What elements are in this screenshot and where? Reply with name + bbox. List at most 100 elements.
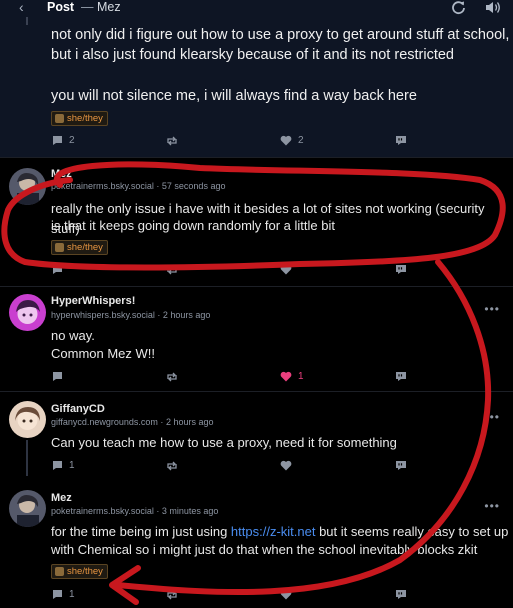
more-options-icon[interactable]: ••• xyxy=(484,410,500,424)
title-separator: — xyxy=(81,0,94,14)
reply-button[interactable]: 1 xyxy=(52,460,75,471)
reply-button[interactable] xyxy=(52,371,63,382)
like-button[interactable] xyxy=(280,589,292,600)
author-handle: giffanycd.newgrounds.com · 2 hours ago xyxy=(51,417,213,427)
volume-icon[interactable] xyxy=(485,0,501,15)
reply-button[interactable] xyxy=(52,264,63,275)
repost-button[interactable] xyxy=(166,590,178,600)
post-time[interactable]: 3 minutes ago xyxy=(162,506,219,516)
pronouns-text: she/they xyxy=(67,242,103,253)
more-options-icon[interactable]: ••• xyxy=(484,499,500,513)
author-name[interactable]: HyperWhispers! xyxy=(51,295,135,307)
handle-text[interactable]: poketrainerms.bsky.social xyxy=(51,506,154,516)
author-handle: hyperwhispers.bsky.social · 2 hours ago xyxy=(51,310,210,320)
tag-icon xyxy=(55,243,64,252)
reply-count: 2 xyxy=(69,135,75,146)
author-name[interactable]: Mez xyxy=(51,168,72,180)
like-button[interactable]: 1 xyxy=(280,371,304,382)
pronouns-badge: she/they xyxy=(51,111,108,126)
heart-icon xyxy=(280,589,292,600)
reply-icon xyxy=(52,264,63,275)
author-handle: poketrainerms.bsky.social · 57 seconds a… xyxy=(51,181,225,191)
like-button[interactable] xyxy=(280,264,292,275)
repost-icon xyxy=(166,461,178,471)
thread-line xyxy=(26,17,28,25)
like-count: 2 xyxy=(298,135,304,146)
heart-icon xyxy=(280,460,292,471)
divider xyxy=(0,391,513,392)
reply-count: 1 xyxy=(69,460,75,471)
handle-text[interactable]: poketrainerms.bsky.social xyxy=(51,181,154,191)
reply-icon xyxy=(52,460,63,471)
thread-line xyxy=(26,440,28,476)
author-name[interactable]: Mez xyxy=(51,492,72,504)
tag-icon xyxy=(55,567,64,576)
reply-icon xyxy=(52,135,63,146)
repost-icon xyxy=(166,265,178,275)
post-text-segment: but it seems really easy to set up xyxy=(315,524,509,539)
repost-button[interactable] xyxy=(166,461,178,471)
repost-icon xyxy=(166,136,178,146)
quote-icon xyxy=(395,264,407,275)
quote-icon xyxy=(395,135,407,146)
post-text-line: you will not silence me, i will always f… xyxy=(51,88,417,104)
refresh-icon[interactable] xyxy=(451,0,466,15)
quote-button[interactable] xyxy=(395,371,407,382)
divider xyxy=(0,286,513,287)
post-link[interactable]: https://z-kit.net xyxy=(231,524,316,539)
post-text-line: Common Mez W!! xyxy=(51,346,156,361)
post-text-segment: for the time being im just using xyxy=(51,524,231,539)
chevron-left-icon[interactable]: ‹ xyxy=(19,0,24,15)
post-text-line: Can you teach me how to use a proxy, nee… xyxy=(51,435,397,450)
post-text-line: is that it keeps going down randomly for… xyxy=(51,218,335,233)
reply-icon xyxy=(52,589,63,600)
handle-text[interactable]: hyperwhispers.bsky.social xyxy=(51,310,155,320)
pronouns-text: she/they xyxy=(67,566,103,577)
post-text-line: not only did i figure out how to use a p… xyxy=(51,27,510,43)
red-arrowhead xyxy=(109,565,141,605)
page-title: Post xyxy=(47,0,75,14)
heart-icon xyxy=(280,371,292,382)
top-bar: ‹ Post — Mez xyxy=(0,0,513,17)
reply-button[interactable]: 1 xyxy=(52,589,75,600)
post-text-line: no way. xyxy=(51,328,95,343)
time-separator: · xyxy=(156,181,160,191)
avatar[interactable] xyxy=(9,168,46,205)
repost-icon xyxy=(166,372,178,382)
avatar[interactable] xyxy=(9,490,46,527)
repost-button[interactable] xyxy=(166,372,178,382)
pronouns-badge: she/they xyxy=(51,240,108,255)
repost-button[interactable] xyxy=(166,136,178,146)
tag-icon xyxy=(55,114,64,123)
quote-button[interactable] xyxy=(395,589,407,600)
post-time[interactable]: 57 seconds ago xyxy=(162,181,226,191)
quote-button[interactable] xyxy=(395,460,407,471)
like-button[interactable] xyxy=(280,460,292,471)
quote-icon xyxy=(395,460,407,471)
heart-icon xyxy=(280,135,292,146)
quote-icon xyxy=(395,589,407,600)
handle-text[interactable]: giffanycd.newgrounds.com xyxy=(51,417,158,427)
quote-button[interactable] xyxy=(395,135,407,146)
avatar[interactable] xyxy=(9,294,46,331)
post-time[interactable]: 2 hours ago xyxy=(163,310,211,320)
pronouns-text: she/they xyxy=(67,113,103,124)
pronouns-badge: she/they xyxy=(51,564,108,579)
post-text-line: but i also just found klearsky because o… xyxy=(51,47,454,63)
repost-icon xyxy=(166,590,178,600)
author-name[interactable]: GiffanyCD xyxy=(51,403,105,415)
divider xyxy=(0,157,513,158)
quote-icon xyxy=(395,371,407,382)
avatar[interactable] xyxy=(9,401,46,438)
quote-button[interactable] xyxy=(395,264,407,275)
reply-button[interactable]: 2 xyxy=(52,135,75,146)
post-time[interactable]: 2 hours ago xyxy=(166,417,214,427)
more-options-icon[interactable]: ••• xyxy=(484,302,500,316)
time-separator: · xyxy=(157,310,161,320)
like-button[interactable]: 2 xyxy=(280,135,304,146)
time-separator: · xyxy=(156,506,160,516)
like-count: 1 xyxy=(298,371,304,382)
page-subtitle: Mez xyxy=(97,0,121,14)
repost-button[interactable] xyxy=(166,265,178,275)
reply-icon xyxy=(52,371,63,382)
